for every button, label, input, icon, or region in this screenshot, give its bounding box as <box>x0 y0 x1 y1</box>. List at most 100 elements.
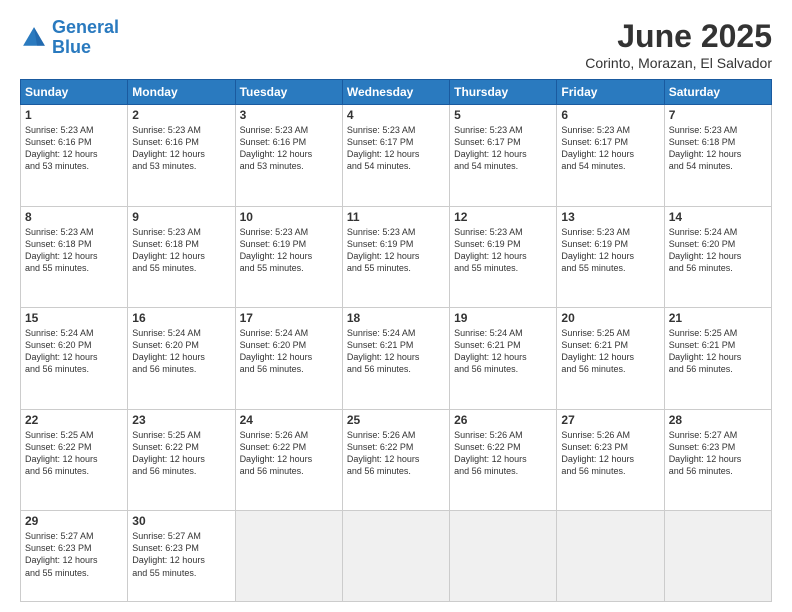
table-row: 2Sunrise: 5:23 AM Sunset: 6:16 PM Daylig… <box>128 105 235 207</box>
day-number: 13 <box>561 210 659 224</box>
col-tuesday: Tuesday <box>235 80 342 105</box>
day-info: Sunrise: 5:25 AM Sunset: 6:22 PM Dayligh… <box>25 429 123 478</box>
table-row: 1 Sunrise: 5:23 AM Sunset: 6:16 PM Daylig… <box>21 105 128 207</box>
day-info: Sunrise: 5:23 AM Sunset: 6:19 PM Dayligh… <box>561 226 659 275</box>
table-row <box>450 511 557 602</box>
table-row: 24 Sunrise: 5:26 AM Sunset: 6:22 PM Dayli… <box>235 409 342 511</box>
table-row <box>342 511 449 602</box>
table-row: 12Sunrise: 5:23 AM Sunset: 6:19 PM Dayli… <box>450 206 557 308</box>
calendar-row: 22Sunrise: 5:25 AM Sunset: 6:22 PM Dayli… <box>21 409 772 511</box>
day-number: 3 <box>240 108 338 122</box>
day-number: 16 <box>132 311 230 325</box>
day-number: 30 <box>132 514 230 528</box>
table-row: 27 Sunrise: 5:26 AM Sunset: 6:23 PM Dayli… <box>557 409 664 511</box>
day-number: 15 <box>25 311 123 325</box>
day-info: Sunrise: 5:25 AM Sunset: 6:21 PM Dayligh… <box>669 327 767 376</box>
day-info: Sunrise: 5:23 AM Sunset: 6:18 PM Dayligh… <box>669 124 767 173</box>
day-number: 21 <box>669 311 767 325</box>
day-info: Sunrise: 5:24 AM Sunset: 6:21 PM Dayligh… <box>454 327 552 376</box>
table-row: 5 Sunrise: 5:23 AM Sunset: 6:17 PM Daylig… <box>450 105 557 207</box>
table-row: 15 Sunrise: 5:24 AM Sunset: 6:20 PM Dayli… <box>21 308 128 410</box>
calendar-table: Sunday Monday Tuesday Wednesday Thursday… <box>20 79 772 602</box>
day-info: Sunrise: 5:25 AM Sunset: 6:21 PM Dayligh… <box>561 327 659 376</box>
day-number: 5 <box>454 108 552 122</box>
day-info: Sunrise: 5:23 AM Sunset: 6:19 PM Dayligh… <box>240 226 338 275</box>
day-number: 6 <box>561 108 659 122</box>
table-row: 10 Sunrise: 5:23 AM Sunset: 6:19 PM Dayli… <box>235 206 342 308</box>
day-number: 18 <box>347 311 445 325</box>
table-row: 6 Sunrise: 5:23 AM Sunset: 6:17 PM Daylig… <box>557 105 664 207</box>
col-monday: Monday <box>128 80 235 105</box>
table-row: 14 Sunrise: 5:24 AM Sunset: 6:20 PM Dayli… <box>664 206 771 308</box>
day-number: 25 <box>347 413 445 427</box>
table-row: 29 Sunrise: 5:27 AM Sunset: 6:23 PM Dayli… <box>21 511 128 602</box>
table-row: 18 Sunrise: 5:24 AM Sunset: 6:21 PM Dayli… <box>342 308 449 410</box>
day-number: 27 <box>561 413 659 427</box>
day-number: 10 <box>240 210 338 224</box>
table-row: 3 Sunrise: 5:23 AM Sunset: 6:16 PM Daylig… <box>235 105 342 207</box>
table-row: 28 Sunrise: 5:27 AM Sunset: 6:23 PM Dayli… <box>664 409 771 511</box>
table-row: 9Sunrise: 5:23 AM Sunset: 6:18 PM Daylig… <box>128 206 235 308</box>
logo-blue: Blue <box>52 37 91 57</box>
table-row: 16 Sunrise: 5:24 AM Sunset: 6:20 PM Dayli… <box>128 308 235 410</box>
day-number: 14 <box>669 210 767 224</box>
day-info: Sunrise: 5:23 AM Sunset: 6:18 PM Dayligh… <box>25 226 123 275</box>
title-block: June 2025 Corinto, Morazan, El Salvador <box>585 18 772 71</box>
calendar-row: 8 Sunrise: 5:23 AM Sunset: 6:18 PM Daylig… <box>21 206 772 308</box>
day-number: 24 <box>240 413 338 427</box>
day-info: Sunrise: 5:24 AM Sunset: 6:21 PM Dayligh… <box>347 327 445 376</box>
day-number: 28 <box>669 413 767 427</box>
day-info: Sunrise: 5:23 AM Sunset: 6:17 PM Dayligh… <box>347 124 445 173</box>
table-row: 21 Sunrise: 5:25 AM Sunset: 6:21 PM Dayli… <box>664 308 771 410</box>
subtitle: Corinto, Morazan, El Salvador <box>585 55 772 71</box>
day-info: Sunrise: 5:23 AM Sunset: 6:16 PM Dayligh… <box>240 124 338 173</box>
day-info: Sunrise: 5:23 AM Sunset: 6:17 PM Dayligh… <box>454 124 552 173</box>
day-info: Sunrise: 5:23 AM Sunset: 6:17 PM Dayligh… <box>561 124 659 173</box>
day-info: Sunrise: 5:27 AM Sunset: 6:23 PM Dayligh… <box>132 530 230 579</box>
col-thursday: Thursday <box>450 80 557 105</box>
day-info: Sunrise: 5:24 AM Sunset: 6:20 PM Dayligh… <box>669 226 767 275</box>
logo: General Blue <box>20 18 119 58</box>
table-row: 13 Sunrise: 5:23 AM Sunset: 6:19 PM Dayli… <box>557 206 664 308</box>
day-number: 26 <box>454 413 552 427</box>
day-info: Sunrise: 5:24 AM Sunset: 6:20 PM Dayligh… <box>240 327 338 376</box>
calendar-row: 29 Sunrise: 5:27 AM Sunset: 6:23 PM Dayli… <box>21 511 772 602</box>
day-info: Sunrise: 5:26 AM Sunset: 6:22 PM Dayligh… <box>240 429 338 478</box>
table-row: 11Sunrise: 5:23 AM Sunset: 6:19 PM Dayli… <box>342 206 449 308</box>
table-row <box>235 511 342 602</box>
calendar-row: 15 Sunrise: 5:24 AM Sunset: 6:20 PM Dayli… <box>21 308 772 410</box>
header: General Blue June 2025 Corinto, Morazan,… <box>20 18 772 71</box>
table-row <box>664 511 771 602</box>
table-row: 17Sunrise: 5:24 AM Sunset: 6:20 PM Dayli… <box>235 308 342 410</box>
day-info: Sunrise: 5:27 AM Sunset: 6:23 PM Dayligh… <box>669 429 767 478</box>
day-number: 19 <box>454 311 552 325</box>
logo-text: General Blue <box>52 18 119 58</box>
table-row: 22Sunrise: 5:25 AM Sunset: 6:22 PM Dayli… <box>21 409 128 511</box>
day-info: Sunrise: 5:25 AM Sunset: 6:22 PM Dayligh… <box>132 429 230 478</box>
day-number: 20 <box>561 311 659 325</box>
day-info: Sunrise: 5:26 AM Sunset: 6:22 PM Dayligh… <box>347 429 445 478</box>
day-info: Sunrise: 5:23 AM Sunset: 6:16 PM Dayligh… <box>25 124 123 173</box>
col-sunday: Sunday <box>21 80 128 105</box>
table-row: 23Sunrise: 5:25 AM Sunset: 6:22 PM Dayli… <box>128 409 235 511</box>
day-number: 1 <box>25 108 123 122</box>
table-row: 19 Sunrise: 5:24 AM Sunset: 6:21 PM Dayli… <box>450 308 557 410</box>
day-info: Sunrise: 5:24 AM Sunset: 6:20 PM Dayligh… <box>132 327 230 376</box>
table-row: 7Sunrise: 5:23 AM Sunset: 6:18 PM Daylig… <box>664 105 771 207</box>
day-number: 12 <box>454 210 552 224</box>
day-info: Sunrise: 5:27 AM Sunset: 6:23 PM Dayligh… <box>25 530 123 579</box>
day-info: Sunrise: 5:24 AM Sunset: 6:20 PM Dayligh… <box>25 327 123 376</box>
day-info: Sunrise: 5:26 AM Sunset: 6:23 PM Dayligh… <box>561 429 659 478</box>
day-info: Sunrise: 5:23 AM Sunset: 6:16 PM Dayligh… <box>132 124 230 173</box>
logo-general: General <box>52 17 119 37</box>
day-number: 4 <box>347 108 445 122</box>
day-number: 29 <box>25 514 123 528</box>
logo-icon <box>20 24 48 52</box>
table-row: 20 Sunrise: 5:25 AM Sunset: 6:21 PM Dayli… <box>557 308 664 410</box>
calendar-header-row: Sunday Monday Tuesday Wednesday Thursday… <box>21 80 772 105</box>
day-number: 8 <box>25 210 123 224</box>
table-row <box>557 511 664 602</box>
page: General Blue June 2025 Corinto, Morazan,… <box>0 0 792 612</box>
day-number: 11 <box>347 210 445 224</box>
table-row: 25 Sunrise: 5:26 AM Sunset: 6:22 PM Dayli… <box>342 409 449 511</box>
